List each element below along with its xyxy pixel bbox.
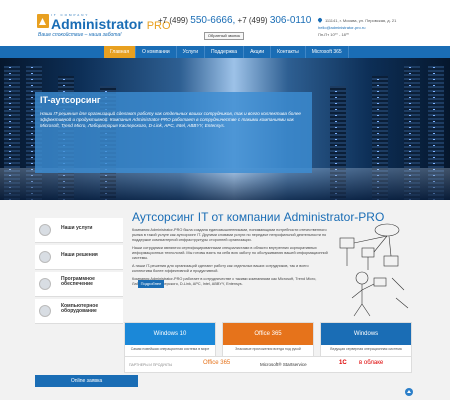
more-button[interactable]: Подробнее [138, 280, 164, 288]
partner-office365[interactable]: Office 365 [203, 360, 230, 366]
partner-startservice[interactable]: Microsoft® Startservice [260, 362, 307, 367]
partner-1c[interactable]: 1С [339, 360, 347, 366]
hardware-icon [39, 305, 51, 317]
map-pin-icon [317, 17, 323, 23]
email-link[interactable]: hello@administrator-pro.ru [318, 25, 365, 30]
sidebar-item-label: Наши услуги [61, 225, 93, 231]
site-header: IT COMPANY Administrator PRO Ваше спокой… [0, 0, 450, 46]
paragraph: Наши сотрудники являются сертифицированн… [132, 246, 328, 260]
phone-2[interactable]: 306-0110 [270, 15, 312, 26]
logo-name: Administrator PRO [51, 16, 171, 32]
sidebar: Наши услуги Наши решения Программное обе… [35, 218, 123, 326]
product-cards: Windows 10 Самая новейшая операционная с… [124, 322, 412, 360]
banner-text: Наши IT-решения для организаций сделают … [40, 111, 301, 128]
slogan: Ваше спокойствие – наша забота! [38, 32, 122, 38]
sidebar-item-software[interactable]: Программное обеспечение [35, 272, 123, 297]
windows-icon: Windows 10 [125, 323, 215, 345]
partners-label: ПАРТНЕРЫ И ПРОДУКТЫ [129, 363, 173, 367]
nav-home[interactable]: Главная [104, 46, 137, 58]
working-hours: Пн-Пт 10⁰⁰ - 18⁰⁰ [318, 32, 350, 37]
card-windows10[interactable]: Windows 10 Самая новейшая операционная с… [124, 322, 216, 360]
paragraph: Компания Administrator-PRO была создана … [132, 228, 327, 242]
logo[interactable]: IT COMPANY Administrator PRO Ваше спокой… [37, 12, 171, 42]
phone-1[interactable]: 550-6666, [190, 15, 235, 26]
nav-services[interactable]: Услуги [177, 46, 205, 58]
windows-icon: Windows [321, 323, 411, 345]
nav-promotions[interactable]: Акции [244, 46, 272, 58]
sidebar-item-services[interactable]: Наши услуги [35, 218, 123, 243]
office-icon: Office 365 [223, 323, 313, 345]
solutions-icon [39, 251, 51, 263]
partner-cloud[interactable]: в облаке [359, 360, 383, 366]
sidebar-item-solutions[interactable]: Наши решения [35, 245, 123, 270]
nav-contacts[interactable]: Контакты [271, 46, 306, 58]
nav-support[interactable]: Поддержка [205, 46, 245, 58]
sidebar-item-label: Наши решения [61, 252, 98, 258]
logo-mark-icon [37, 14, 49, 28]
paragraph: А наши IT-решения для организаций сделаю… [132, 264, 309, 273]
network-sketch-illustration [339, 223, 409, 317]
contacts-block: 111141, г. Москва, ул. Перовская, д. 21 … [317, 17, 397, 38]
sidebar-item-hardware[interactable]: Компьютерное оборудование [35, 299, 123, 324]
nav-about[interactable]: О компании [136, 46, 177, 58]
card-windows-server[interactable]: Windows Ведущая серверная операционная с… [320, 322, 412, 360]
services-icon [39, 224, 51, 236]
software-icon [39, 278, 51, 290]
hero-banner: IT-аутсорсинг Наши IT-решения для органи… [0, 58, 450, 200]
callback-button[interactable]: Обратный звонок [204, 32, 244, 40]
card-office365[interactable]: Office 365 Знакомые приложения всегда по… [222, 322, 314, 360]
scroll-top-icon[interactable] [405, 388, 413, 396]
address: 111141, г. Москва, ул. Перовская, д. 21 [325, 18, 397, 23]
banner-title: IT-аутсорсинг [40, 95, 101, 105]
phone-numbers: +7 (499) 550-6666, +7 (499) 306-0110 [158, 15, 312, 26]
sidebar-item-label: Программное обеспечение [61, 276, 95, 287]
partners-strip: ПАРТНЕРЫ И ПРОДУКТЫ Office 365 Microsoft… [124, 356, 412, 373]
online-request-button[interactable]: Online заявка [35, 375, 138, 387]
nav-microsoft365[interactable]: Microsoft 365 [306, 46, 349, 58]
main-nav: Главная О компании Услуги Поддержка Акци… [0, 46, 450, 58]
sidebar-item-label: Компьютерное оборудование [61, 303, 99, 314]
